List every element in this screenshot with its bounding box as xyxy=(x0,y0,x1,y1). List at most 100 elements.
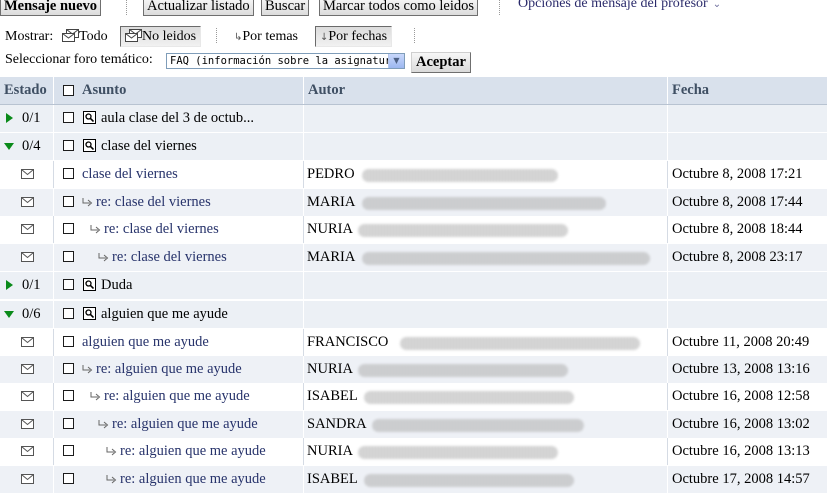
row-checkbox[interactable] xyxy=(63,308,74,319)
magnifier-icon[interactable] xyxy=(83,307,96,320)
message-row[interactable]: re: clase del viernes NURIA Octubre 8, 2… xyxy=(0,216,827,243)
message-row[interactable]: re: alguien que me ayude NURIA Octubre 1… xyxy=(0,356,827,383)
message-subject[interactable]: alguien que me ayude xyxy=(82,329,209,356)
column-header-asunto[interactable]: Asunto xyxy=(82,77,126,104)
forum-select[interactable]: FAQ (información sobre la asignatura) ▼ xyxy=(166,53,405,69)
row-checkbox[interactable] xyxy=(63,390,74,401)
show-all-button[interactable]: Todo xyxy=(57,26,113,47)
message-row[interactable]: re: alguien que me ayude SANDRA Octubre … xyxy=(0,411,827,438)
toolbar-divider xyxy=(126,0,127,15)
reply-arrow-icon xyxy=(98,253,109,262)
row-checkbox[interactable] xyxy=(63,251,74,262)
topic-row[interactable]: 0/4 clase del viernes xyxy=(0,133,827,160)
message-subject[interactable]: re: clase del viernes xyxy=(104,216,219,243)
envelope-icon xyxy=(21,391,34,401)
table-header: Estado Asunto Autor Fecha xyxy=(0,77,827,105)
refresh-list-button[interactable]: Actualizar listado xyxy=(143,0,254,16)
reply-arrow-icon xyxy=(82,365,93,374)
message-subject[interactable]: re: clase del viernes xyxy=(96,189,211,216)
topic-count: 0/1 xyxy=(22,277,41,293)
collapse-arrow-icon[interactable] xyxy=(4,143,14,150)
message-subject[interactable]: clase del viernes xyxy=(82,161,178,188)
message-subject[interactable]: re: alguien que me ayude xyxy=(120,466,266,493)
message-subject[interactable]: re: alguien que me ayude xyxy=(96,356,242,383)
row-checkbox[interactable] xyxy=(63,279,74,290)
chevron-down-icon: ⌄ xyxy=(712,0,722,10)
message-date: Octubre 8, 2008 17:44 xyxy=(672,194,803,210)
redacted-author-surname xyxy=(362,197,606,210)
topic-subject[interactable]: Duda xyxy=(101,272,132,299)
message-subject[interactable]: re: alguien que me ayude xyxy=(120,438,266,465)
message-row[interactable]: re: alguien que me ayude ISABEL Octubre … xyxy=(0,383,827,410)
topic-subject[interactable]: alguien que me ayude xyxy=(101,301,228,328)
row-checkbox[interactable] xyxy=(63,336,74,347)
magnifier-icon[interactable] xyxy=(83,278,96,291)
expand-arrow-icon[interactable] xyxy=(6,280,13,290)
message-row[interactable]: clase del viernes PEDRO Octubre 8, 2008 … xyxy=(0,161,827,188)
expand-arrow-icon[interactable] xyxy=(6,113,13,123)
teacher-options-menu[interactable]: Opciones de mensaje del profesor ⌄ xyxy=(518,0,721,12)
row-checkbox[interactable] xyxy=(63,112,74,123)
message-subject[interactable]: re: alguien que me ayude xyxy=(104,383,250,410)
show-unread-button[interactable]: No leidos xyxy=(120,26,202,47)
column-header-estado[interactable]: Estado xyxy=(4,77,47,104)
topic-subject[interactable]: aula clase del 3 de octub... xyxy=(101,105,254,132)
topic-subject[interactable]: clase del viernes xyxy=(101,133,197,160)
message-author: MARIA xyxy=(307,249,356,265)
collapse-arrow-icon[interactable] xyxy=(4,311,14,318)
message-row[interactable]: re: alguien que me ayude ISABEL Octubre … xyxy=(0,466,827,493)
accept-button[interactable]: Aceptar xyxy=(411,52,471,73)
row-checkbox[interactable] xyxy=(63,168,74,179)
message-row[interactable]: re: clase del viernes MARIA Octubre 8, 2… xyxy=(0,189,827,216)
envelope-icon xyxy=(21,224,34,234)
topic-row[interactable]: 0/6 alguien que me ayude xyxy=(0,301,827,328)
column-header-autor[interactable]: Autor xyxy=(308,77,345,104)
chevron-down-icon: ▼ xyxy=(388,54,404,68)
redacted-author-surname xyxy=(362,169,558,182)
envelope-icon xyxy=(21,197,34,207)
column-header-fecha[interactable]: Fecha xyxy=(672,77,709,104)
topic-count: 0/6 xyxy=(22,306,41,322)
message-date: Octubre 8, 2008 18:44 xyxy=(672,221,803,237)
envelopes-icon xyxy=(62,29,79,42)
row-checkbox[interactable] xyxy=(63,196,74,207)
row-checkbox[interactable] xyxy=(63,223,74,234)
row-checkbox[interactable] xyxy=(63,445,74,456)
message-date: Octubre 16, 2008 12:58 xyxy=(672,388,810,404)
message-subject[interactable]: re: clase del viernes xyxy=(112,244,227,271)
row-checkbox[interactable] xyxy=(63,140,74,151)
message-author: MARIA xyxy=(307,194,356,210)
message-date: Octubre 16, 2008 13:13 xyxy=(672,443,810,459)
message-author: ISABEL xyxy=(307,471,358,487)
select-all-checkbox[interactable] xyxy=(63,85,74,96)
message-row[interactable]: alguien que me ayude FRANCISCO Octubre 1… xyxy=(0,329,827,356)
toolbar: Mensaje nuevo Actualizar listado Buscar … xyxy=(0,0,827,20)
show-unread-label: No leidos xyxy=(142,29,197,44)
message-row[interactable]: re: clase del viernes MARIA Octubre 8, 2… xyxy=(0,244,827,271)
row-checkbox[interactable] xyxy=(63,363,74,374)
reply-arrow-icon xyxy=(106,475,117,484)
message-subject[interactable]: re: alguien que me ayude xyxy=(112,411,258,438)
magnifier-icon[interactable] xyxy=(83,139,96,152)
reply-arrow-icon xyxy=(82,198,93,207)
topic-row[interactable]: 0/1 Duda xyxy=(0,272,827,299)
topic-count: 0/1 xyxy=(22,110,41,126)
new-message-button[interactable]: Mensaje nuevo xyxy=(0,0,102,16)
search-button[interactable]: Buscar xyxy=(261,0,310,16)
row-checkbox[interactable] xyxy=(63,473,74,484)
envelopes-icon xyxy=(125,29,142,42)
redacted-author-surname xyxy=(358,364,568,377)
row-checkbox[interactable] xyxy=(63,418,74,429)
filter-bar: Mostrar: Todo No leidos ↳Por temas ↓Por … xyxy=(0,22,827,75)
mark-all-read-button[interactable]: Marcar todos como leidos xyxy=(319,0,479,16)
message-date: Octubre 8, 2008 23:17 xyxy=(672,249,803,265)
filter-divider xyxy=(216,28,217,43)
sort-by-date-button[interactable]: ↓Por fechas xyxy=(315,26,393,47)
magnifier-icon[interactable] xyxy=(83,111,96,124)
redacted-author-surname xyxy=(364,474,574,487)
sort-by-topic-button[interactable]: ↳Por temas xyxy=(229,26,303,47)
message-row[interactable]: re: alguien que me ayude NURIA Octubre 1… xyxy=(0,438,827,465)
redacted-author-surname xyxy=(358,224,568,237)
envelope-icon xyxy=(21,419,34,429)
topic-row[interactable]: 0/1 aula clase del 3 de octub... xyxy=(0,105,827,132)
